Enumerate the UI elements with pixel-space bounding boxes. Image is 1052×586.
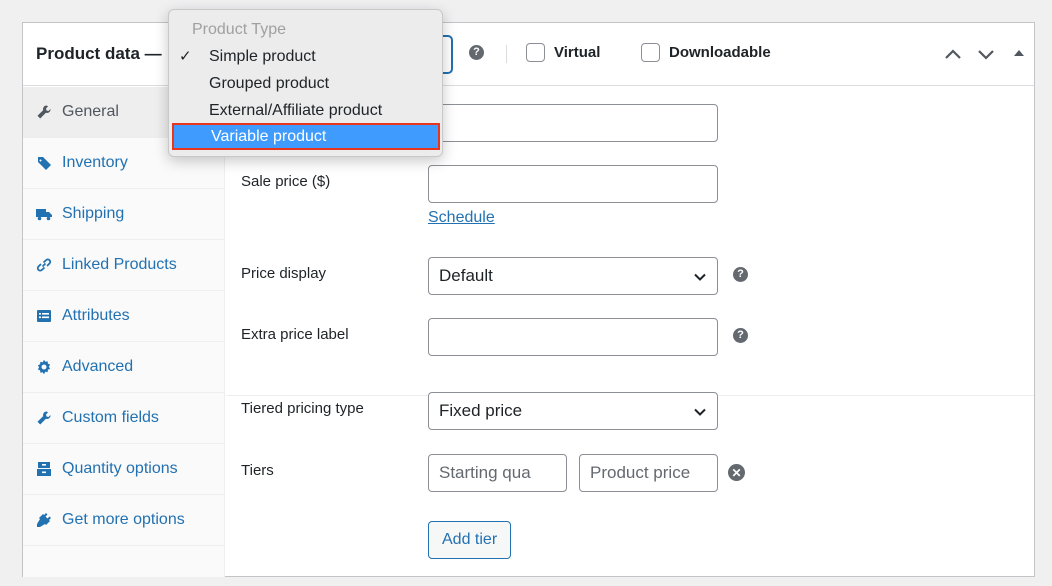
tab-label: Shipping (62, 205, 125, 222)
option-simple-product[interactable]: ✓ Simple product (169, 43, 442, 70)
box-icon (35, 461, 52, 478)
collapse-toggle-button[interactable] (1008, 43, 1030, 65)
triangle-up-icon (1014, 50, 1024, 56)
tab-quantity-options[interactable]: Quantity options (23, 444, 225, 495)
add-tier-button[interactable]: Add tier (428, 521, 512, 559)
chevron-down-icon (978, 50, 994, 60)
option-label: Grouped product (209, 74, 330, 92)
extra-price-label-input[interactable] (428, 318, 718, 356)
tab-attributes[interactable]: Attributes (23, 291, 225, 342)
regular-price-input[interactable] (428, 104, 718, 142)
link-icon (35, 257, 52, 274)
move-up-button[interactable] (942, 43, 964, 65)
dropdown-group-label: Product Type (192, 20, 286, 38)
help-glyph: ? (473, 46, 480, 58)
tab-label: General (62, 103, 119, 120)
virtual-checkbox[interactable] (526, 43, 545, 62)
chevron-up-icon (945, 49, 961, 59)
tab-shipping[interactable]: Shipping (23, 189, 225, 240)
price-display-value: Default (439, 266, 493, 285)
chevron-down-icon (694, 273, 706, 281)
option-label: Variable product (211, 127, 327, 145)
sale-price-label: Sale price ($) (241, 173, 331, 190)
list-icon (35, 308, 52, 325)
tiered-pricing-type-value: Fixed price (439, 401, 523, 420)
tag-icon (35, 155, 52, 172)
help-icon[interactable]: ? (733, 328, 748, 343)
help-icon[interactable]: ? (733, 267, 748, 282)
help-glyph: ? (737, 329, 744, 341)
plug-icon (35, 512, 52, 529)
truck-icon (35, 206, 52, 223)
general-tab-content: Sale price ($) Schedule Price display De… (226, 87, 1034, 577)
remove-glyph: ✕ (731, 465, 742, 480)
tiered-pricing-type-select[interactable]: Fixed price (428, 392, 718, 430)
product-price-input[interactable]: Product price (579, 454, 718, 492)
downloadable-label: Downloadable (669, 44, 771, 61)
chevron-down-icon (694, 408, 706, 416)
header-divider (506, 45, 507, 63)
product-data-tabs: General Inventory Shipping Linked Produc… (23, 87, 225, 577)
virtual-checkbox-label[interactable]: Virtual (526, 43, 600, 62)
wrench-icon (35, 104, 52, 121)
sale-price-input[interactable] (428, 165, 718, 203)
starting-quantity-input[interactable]: Starting qua (428, 454, 567, 492)
remove-tier-icon[interactable]: ✕ (728, 464, 745, 481)
wrench-icon (35, 410, 52, 427)
virtual-label: Virtual (554, 44, 601, 61)
downloadable-checkbox-label[interactable]: Downloadable (641, 43, 771, 62)
tab-get-more-options[interactable]: Get more options (23, 495, 225, 546)
tab-label: Get more options (62, 511, 185, 528)
product-type-dropdown: Product Type ✓ Simple product Grouped pr… (168, 9, 443, 157)
gear-icon (35, 359, 52, 376)
help-icon[interactable]: ? (469, 45, 484, 60)
move-down-button[interactable] (975, 43, 997, 65)
option-variable-product[interactable]: Variable product (172, 123, 440, 150)
schedule-link[interactable]: Schedule (428, 209, 495, 227)
tab-label: Advanced (62, 358, 134, 375)
tab-label: Linked Products (62, 256, 177, 273)
downloadable-checkbox[interactable] (641, 43, 660, 62)
option-external-affiliate-product[interactable]: External/Affiliate product (169, 97, 442, 124)
tab-label: Quantity options (62, 460, 178, 477)
option-grouped-product[interactable]: Grouped product (169, 70, 442, 97)
option-label: External/Affiliate product (209, 101, 383, 119)
tab-custom-fields[interactable]: Custom fields (23, 393, 225, 444)
tab-advanced[interactable]: Advanced (23, 342, 225, 393)
tiers-label: Tiers (241, 462, 274, 479)
price-display-label: Price display (241, 265, 327, 282)
option-label: Simple product (209, 47, 316, 65)
tab-linked-products[interactable]: Linked Products (23, 240, 225, 291)
tab-label: Inventory (62, 154, 128, 171)
tiered-pricing-type-label: Tiered pricing type (241, 400, 364, 417)
panel-title: Product data — (36, 44, 162, 63)
tab-label: Attributes (62, 307, 130, 324)
price-display-select[interactable]: Default (428, 257, 718, 295)
checkmark-icon: ✓ (179, 48, 192, 65)
tab-label: Custom fields (62, 409, 159, 426)
extra-price-label-label: Extra price label (241, 326, 349, 343)
help-glyph: ? (737, 268, 744, 280)
